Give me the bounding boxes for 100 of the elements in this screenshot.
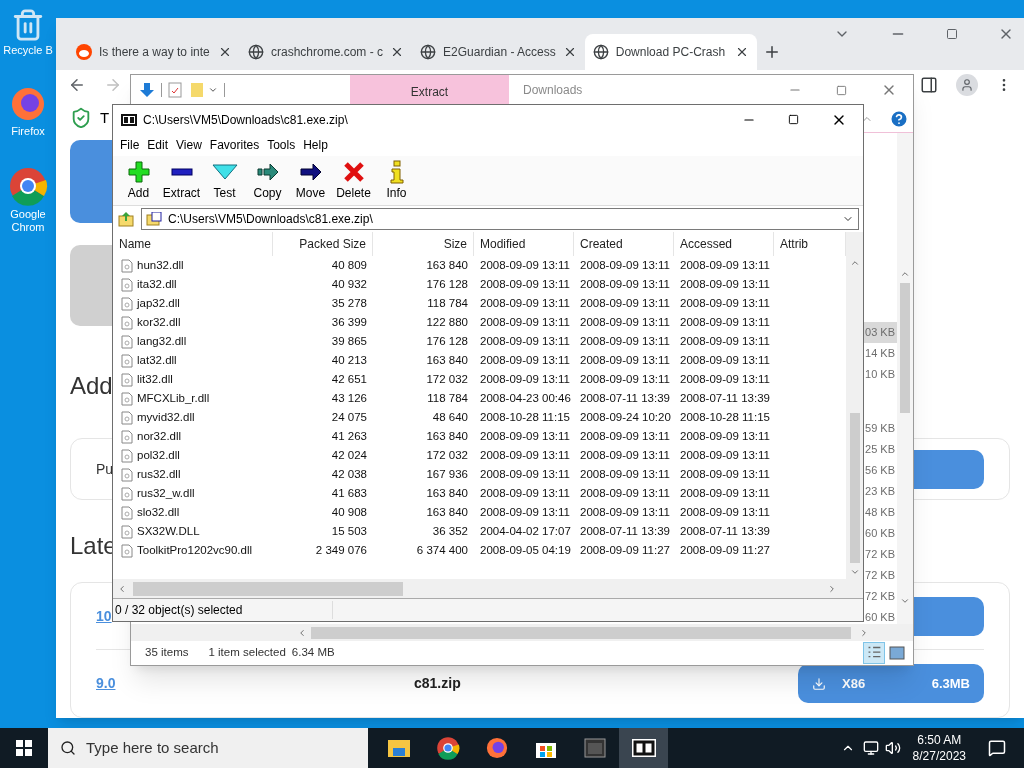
file-name-cell[interactable]: MFCXLib_r.dll (113, 389, 273, 408)
side-panel-icon[interactable] (920, 76, 938, 94)
file-size[interactable]: 23 KB (864, 481, 897, 502)
desktop-icon-label[interactable]: Recycle B (3, 44, 53, 57)
clock[interactable]: 6:50 AM 8/27/2023 (908, 732, 970, 764)
file-name-cell[interactable]: ita32.dll (113, 275, 273, 294)
scroll-down-icon[interactable] (849, 567, 860, 577)
toolbar-button[interactable]: Delete (332, 159, 375, 202)
column-header[interactable]: Created (574, 232, 674, 256)
scroll-up-icon[interactable] (900, 269, 910, 279)
page-tile[interactable] (70, 140, 112, 223)
horizontal-scrollbar[interactable] (131, 624, 913, 641)
dropdown-icon[interactable] (208, 85, 218, 95)
scroll-left-icon[interactable] (117, 583, 127, 594)
toolbar-button[interactable]: Copy (246, 159, 289, 202)
file-size[interactable]: 03 KB (864, 322, 897, 343)
file-size[interactable]: 14 KB (864, 343, 897, 364)
table-cell-text: 2008-09-09 13:11 (479, 504, 571, 520)
scrollbar-thumb[interactable] (133, 581, 403, 596)
app-logo-icon (630, 739, 657, 757)
file-name-cell[interactable]: lat32.dll (113, 351, 273, 370)
menu-item[interactable]: Help (299, 136, 332, 154)
menu-item[interactable]: Edit (143, 136, 173, 154)
toolbar-button[interactable]: Add (117, 159, 160, 202)
browser-tab[interactable]: crashchrome.com - c (240, 34, 413, 70)
file-name-cell[interactable]: jap32.dll (113, 294, 273, 313)
file-size[interactable]: 48 KB (864, 502, 897, 523)
scroll-right-icon[interactable] (827, 583, 837, 594)
notification-icon[interactable] (988, 739, 1006, 757)
file-name-cell[interactable]: hun32.dll (113, 256, 273, 275)
menu-item[interactable]: View (172, 136, 206, 154)
file-name-cell[interactable]: slo32.dll (113, 503, 273, 522)
file-name-cell[interactable]: lang32.dll (113, 332, 273, 351)
browser-tab[interactable]: Is there a way to inte (68, 34, 240, 70)
file-size[interactable]: 72 KB (864, 586, 897, 607)
vertical-scrollbar[interactable] (897, 133, 913, 624)
up-folder-icon[interactable] (117, 210, 135, 228)
file-name-cell[interactable]: myvid32.dll (113, 408, 273, 427)
column-header[interactable]: Packed Size (273, 232, 373, 256)
file-name-cell[interactable]: SX32W.DLL (113, 522, 273, 541)
windows-logo-icon[interactable] (16, 740, 32, 756)
scroll-down-icon[interactable] (900, 596, 910, 606)
file-size[interactable]: 60 KB (864, 607, 897, 628)
column-header[interactable]: Size (373, 232, 474, 256)
profile-button[interactable] (956, 74, 978, 96)
toolbar-button[interactable]: Test (203, 159, 246, 202)
scroll-up-icon[interactable] (849, 258, 860, 268)
file-size[interactable]: 25 KB (864, 439, 897, 460)
file-name-cell[interactable]: pol32.dll (113, 446, 273, 465)
help-icon[interactable] (889, 108, 909, 129)
horizontal-scrollbar[interactable] (113, 579, 863, 598)
file-size[interactable]: 72 KB (864, 565, 897, 586)
file-name-cell[interactable]: ToolkitPro1202vc90.dll (113, 541, 273, 560)
file-name-cell[interactable]: rus32_w.dll (113, 484, 273, 503)
maximize-icon[interactable] (788, 114, 799, 125)
scroll-right-icon[interactable] (859, 627, 869, 638)
column-header[interactable]: Modified (474, 232, 574, 256)
file-size[interactable]: 59 KB (864, 418, 897, 439)
menu-item[interactable]: Tools (263, 136, 300, 154)
menu-item[interactable]: File (116, 136, 144, 154)
contextual-tab[interactable]: Extract (350, 75, 509, 105)
download-button[interactable] (912, 596, 984, 636)
column-header[interactable]: Accessed (674, 232, 774, 256)
download-button[interactable] (912, 449, 984, 489)
menu-item[interactable]: Favorites (205, 136, 264, 154)
file-name-cell[interactable]: lit32.dll (113, 370, 273, 389)
table-cell-text: 36 399 (330, 314, 368, 330)
scrollbar-thumb[interactable] (849, 413, 860, 563)
properties-icon[interactable] (168, 82, 182, 98)
file-size[interactable]: 10 KB (864, 364, 897, 385)
network-icon[interactable] (862, 740, 879, 756)
file-name-cell[interactable]: nor32.dll (113, 427, 273, 446)
close-icon[interactable] (218, 45, 232, 59)
address-field[interactable]: C:\Users\VM5\Downloads\c81.exe.zip\ (141, 208, 859, 230)
toolbar-button[interactable]: Info (375, 159, 418, 202)
file-size[interactable]: 56 KB (864, 460, 897, 481)
volume-icon[interactable] (884, 740, 901, 756)
toolbar-button[interactable]: Move (289, 159, 332, 202)
globe-icon (248, 44, 264, 60)
file-size[interactable]: 60 KB (864, 523, 897, 544)
page-tile[interactable] (70, 244, 112, 327)
details-view-icon[interactable] (863, 642, 885, 664)
scrollbar-thumb[interactable] (311, 626, 851, 639)
toolbar-button[interactable]: Extract (160, 159, 203, 202)
browser-tab[interactable]: Download PC-Crash (584, 34, 757, 70)
down-arrow-icon[interactable] (139, 82, 155, 98)
table-cell-text: 118 784 (426, 390, 469, 406)
table-cell-text: 2008-09-09 11:27 (679, 542, 771, 558)
file-name-cell[interactable]: kor32.dll (113, 313, 273, 332)
vertical-scrollbar[interactable] (846, 232, 863, 579)
table-cell-text: 2 349 076 (314, 542, 368, 558)
scrollbar-thumb[interactable] (900, 283, 910, 413)
file-size[interactable]: 72 KB (864, 544, 897, 565)
file-name-cell[interactable]: rus32.dll (113, 465, 273, 484)
search-field[interactable]: Type here to search (48, 728, 368, 768)
column-header[interactable]: Name (113, 232, 273, 256)
browser-tab[interactable]: E2Guardian - Access (412, 34, 585, 70)
taskbar-app[interactable] (619, 728, 668, 768)
back-icon[interactable] (68, 76, 86, 94)
scroll-left-icon[interactable] (297, 627, 307, 638)
